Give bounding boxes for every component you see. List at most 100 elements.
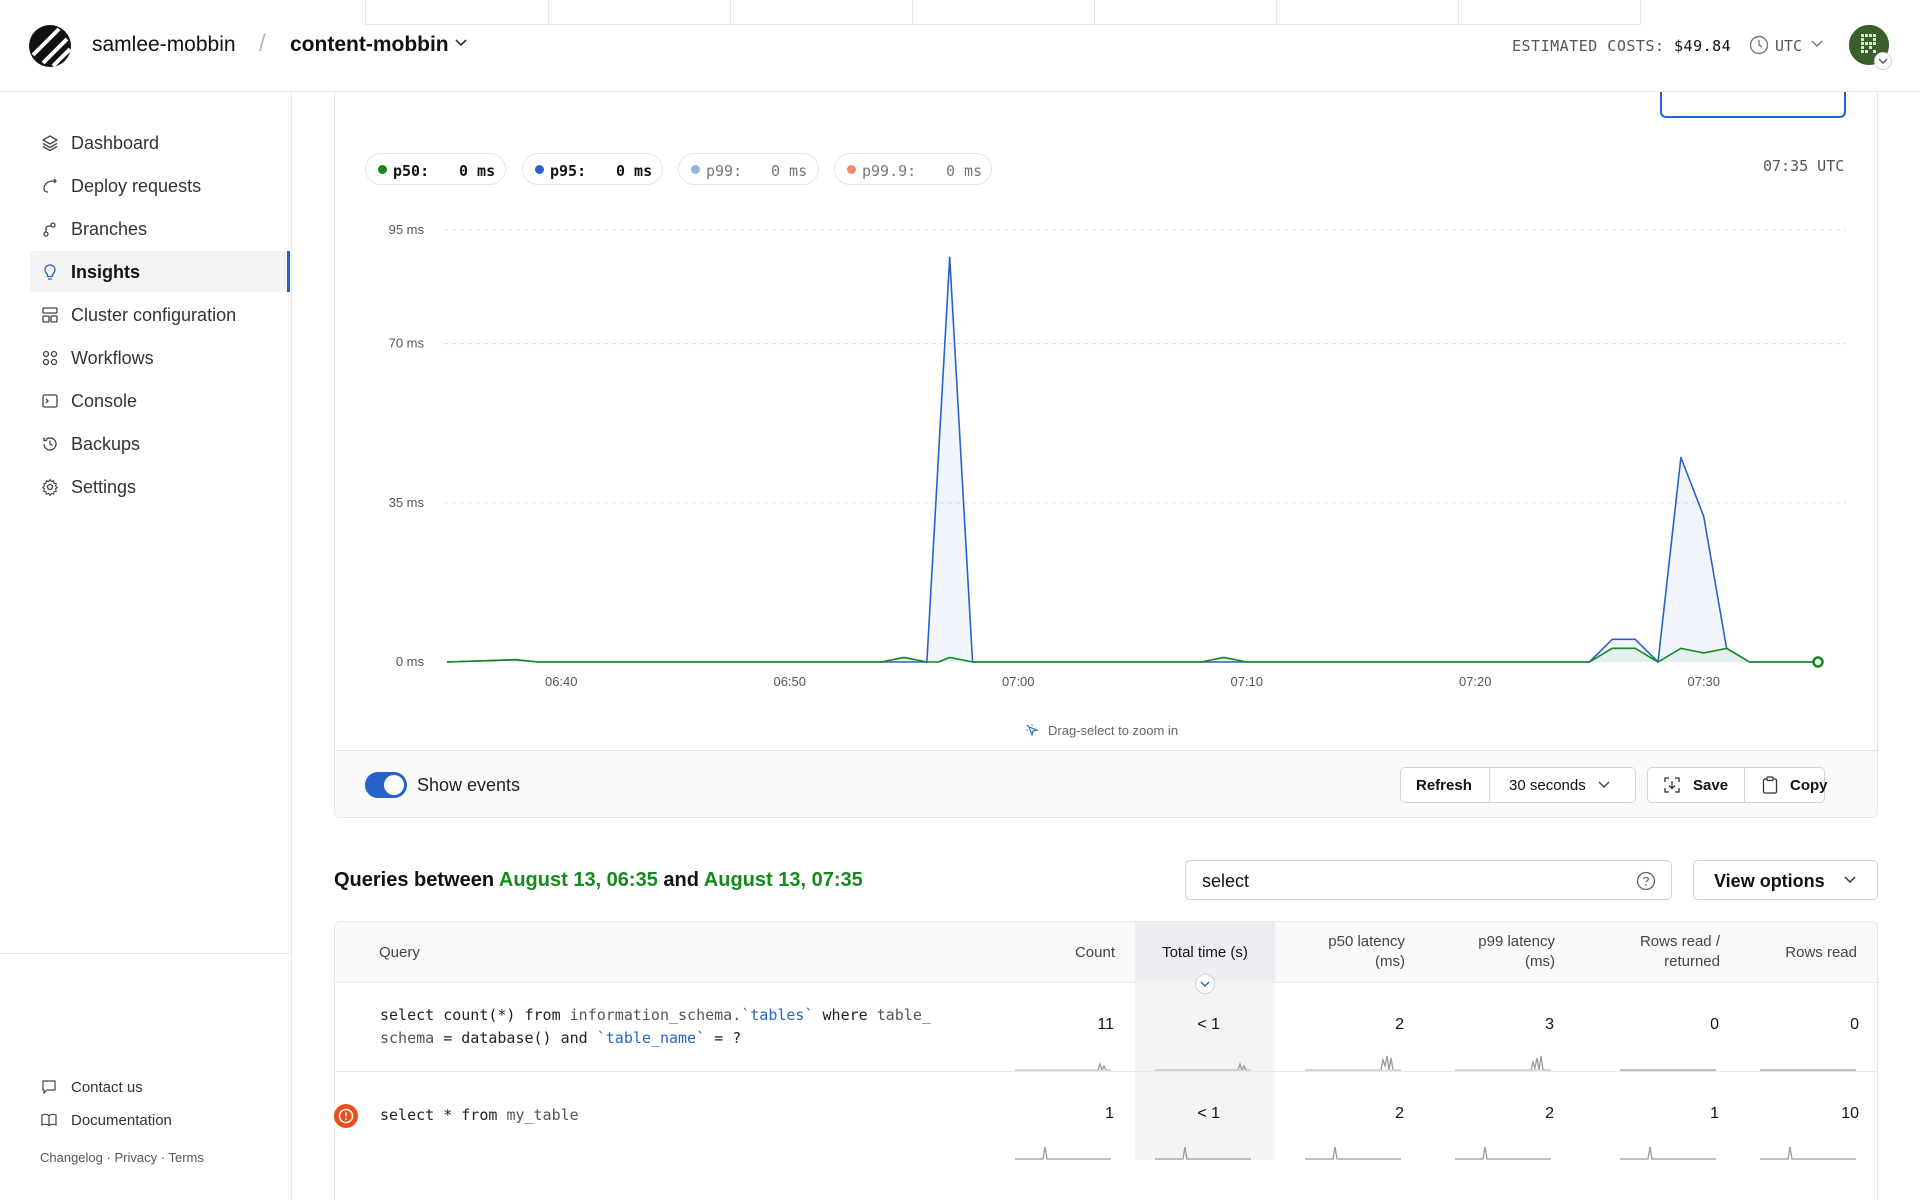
- series-area-p95: [447, 257, 1818, 662]
- chevron-down-icon[interactable]: [1811, 40, 1823, 48]
- total-time-cell: < 1: [1197, 1105, 1220, 1122]
- latency-line-chart[interactable]: 95 ms 70 ms 35 ms 0 ms 06:40 06:50 07:00 07:10 0…: [334, 205, 1878, 705]
- header-line: p50 latency: [1328, 933, 1405, 950]
- warning-icon[interactable]: [334, 1104, 358, 1128]
- y-tick-label: 0 ms: [396, 654, 425, 669]
- p99-cell: 3: [1545, 1016, 1554, 1033]
- legend-p95[interactable]: p95: 0 ms: [522, 153, 663, 185]
- metric-tile[interactable]: [1276, 0, 1459, 25]
- copy-label: Copy: [1790, 776, 1828, 794]
- x-tick-label: 07:00: [1002, 674, 1035, 689]
- series-dot: [378, 165, 387, 174]
- sidebar-item-label: Deploy requests: [71, 176, 202, 196]
- privacy-link[interactable]: Privacy: [114, 1150, 157, 1165]
- help-circle-icon[interactable]: [1636, 871, 1656, 891]
- view-options-button[interactable]: View options: [1693, 860, 1878, 900]
- refresh-button[interactable]: Refresh: [1416, 768, 1472, 802]
- refresh-control: Refresh 30 seconds: [1400, 767, 1636, 803]
- sidebar-footer-divider: [0, 953, 291, 954]
- sql-keyword: = ?: [705, 1029, 742, 1047]
- rows-read-returned-cell: 1: [1710, 1105, 1719, 1122]
- divider: [1489, 768, 1490, 802]
- header-line: Rows read /: [1639, 933, 1720, 950]
- export-controls: Save Copy: [1647, 767, 1828, 803]
- chevron-down-icon: [1844, 876, 1856, 884]
- metric-tile[interactable]: [548, 0, 731, 25]
- workflow-icon: [42, 350, 58, 366]
- metric-tile[interactable]: [1094, 0, 1277, 25]
- table-row-query-text[interactable]: select * from my_table: [380, 1104, 579, 1127]
- sidebar-item-backups[interactable]: Backups: [30, 423, 290, 464]
- sidebar-item-cluster-configuration[interactable]: Cluster configuration: [30, 294, 290, 335]
- sidebar-item-label: Console: [71, 391, 138, 411]
- sidebar-item-branches[interactable]: Branches: [30, 208, 290, 249]
- metric-tile[interactable]: [730, 0, 913, 25]
- column-header-query[interactable]: Query: [379, 943, 420, 963]
- refresh-interval-select[interactable]: 30 seconds: [1509, 768, 1610, 802]
- legend-p99[interactable]: p99: 0 ms: [678, 153, 819, 185]
- p50-cell: 2: [1395, 1016, 1404, 1033]
- column-header-rows-read-returned[interactable]: Rows read / returned: [1600, 932, 1720, 972]
- sidebar-item-workflows[interactable]: Workflows: [30, 337, 290, 378]
- sort-descending-button[interactable]: [1195, 974, 1215, 994]
- contact-us-link[interactable]: Contact us: [71, 1079, 143, 1096]
- metric-tile[interactable]: [365, 0, 549, 25]
- sidebar-item-console[interactable]: Console: [30, 380, 290, 421]
- x-tick-label: 07:10: [1230, 674, 1263, 689]
- timezone-selector[interactable]: UTC: [1775, 37, 1802, 55]
- column-header-total-time[interactable]: Total time (s): [1135, 943, 1275, 963]
- sql-identifier: information_schema.: [569, 1006, 742, 1024]
- org-name[interactable]: samlee-mobbin: [92, 33, 236, 57]
- save-button[interactable]: Save: [1663, 768, 1728, 802]
- query-search-input[interactable]: select: [1185, 860, 1672, 900]
- sidebar-item-deploy-requests[interactable]: Deploy requests: [30, 165, 290, 206]
- planetscale-logo-icon[interactable]: [29, 25, 71, 67]
- changelog-link[interactable]: Changelog: [40, 1150, 103, 1165]
- table-row-query-text[interactable]: select count(*) from information_schema.…: [380, 1004, 931, 1050]
- count-sparkline: [1015, 1146, 1111, 1160]
- database-name[interactable]: content-mobbin: [290, 33, 449, 57]
- p50-sparkline: [1305, 1146, 1401, 1160]
- series-dot: [847, 165, 856, 174]
- legend-label: p95:: [550, 162, 587, 180]
- separator-dot: ·: [160, 1150, 166, 1165]
- sql-keyword: select * from: [380, 1106, 507, 1124]
- terms-link[interactable]: Terms: [168, 1150, 203, 1165]
- legend-p999[interactable]: p99.9: 0 ms: [834, 153, 992, 185]
- column-header-count[interactable]: Count: [1020, 943, 1115, 963]
- sidebar-item-insights[interactable]: Insights: [30, 251, 290, 292]
- p50-sparkline: [1305, 1055, 1401, 1071]
- y-tick-label: 35 ms: [389, 495, 425, 510]
- legend-p50[interactable]: p50: 0 ms: [365, 153, 506, 185]
- y-tick-label: 70 ms: [389, 336, 425, 351]
- lightbulb-icon: [44, 264, 56, 280]
- count-cell: 11: [1097, 1016, 1114, 1033]
- sql-backtick-identifier: `table_name`: [596, 1029, 706, 1047]
- metric-tile-selected[interactable]: [1660, 92, 1846, 118]
- x-tick-label: 07:30: [1687, 674, 1720, 689]
- chevron-down-icon: [1598, 781, 1610, 788]
- sql-keyword: select count(*) from: [380, 1006, 570, 1024]
- chevron-down-icon[interactable]: [454, 38, 468, 48]
- rows-read-cell: 10: [1841, 1105, 1859, 1122]
- sidebar-item-settings[interactable]: Settings: [30, 466, 290, 507]
- rows-read-cell: 0: [1850, 1016, 1859, 1033]
- heading-and: and: [663, 869, 699, 891]
- copy-button[interactable]: Copy: [1762, 768, 1828, 802]
- metric-tile[interactable]: [912, 0, 1095, 25]
- sidebar-item-dashboard[interactable]: Dashboard: [30, 122, 290, 163]
- range-start: August 13, 06:35: [498, 869, 658, 891]
- show-events-toggle[interactable]: [365, 772, 407, 798]
- y-tick-label: 95 ms: [389, 222, 425, 237]
- show-events-label: Show events: [417, 775, 521, 795]
- search-value: select: [1202, 871, 1250, 891]
- metric-tile[interactable]: [1458, 0, 1641, 25]
- column-header-p99[interactable]: p99 latency (ms): [1435, 932, 1555, 972]
- column-header-rows-read[interactable]: Rows read: [1740, 943, 1857, 963]
- drag-select-hint: Drag-select to zoom in: [1048, 723, 1179, 738]
- account-menu-button[interactable]: [1874, 52, 1892, 70]
- documentation-link[interactable]: Documentation: [71, 1112, 172, 1129]
- clipboard-icon: [1762, 776, 1778, 794]
- count-cell: 1: [1105, 1105, 1114, 1122]
- column-header-p50[interactable]: p50 latency (ms): [1285, 932, 1405, 972]
